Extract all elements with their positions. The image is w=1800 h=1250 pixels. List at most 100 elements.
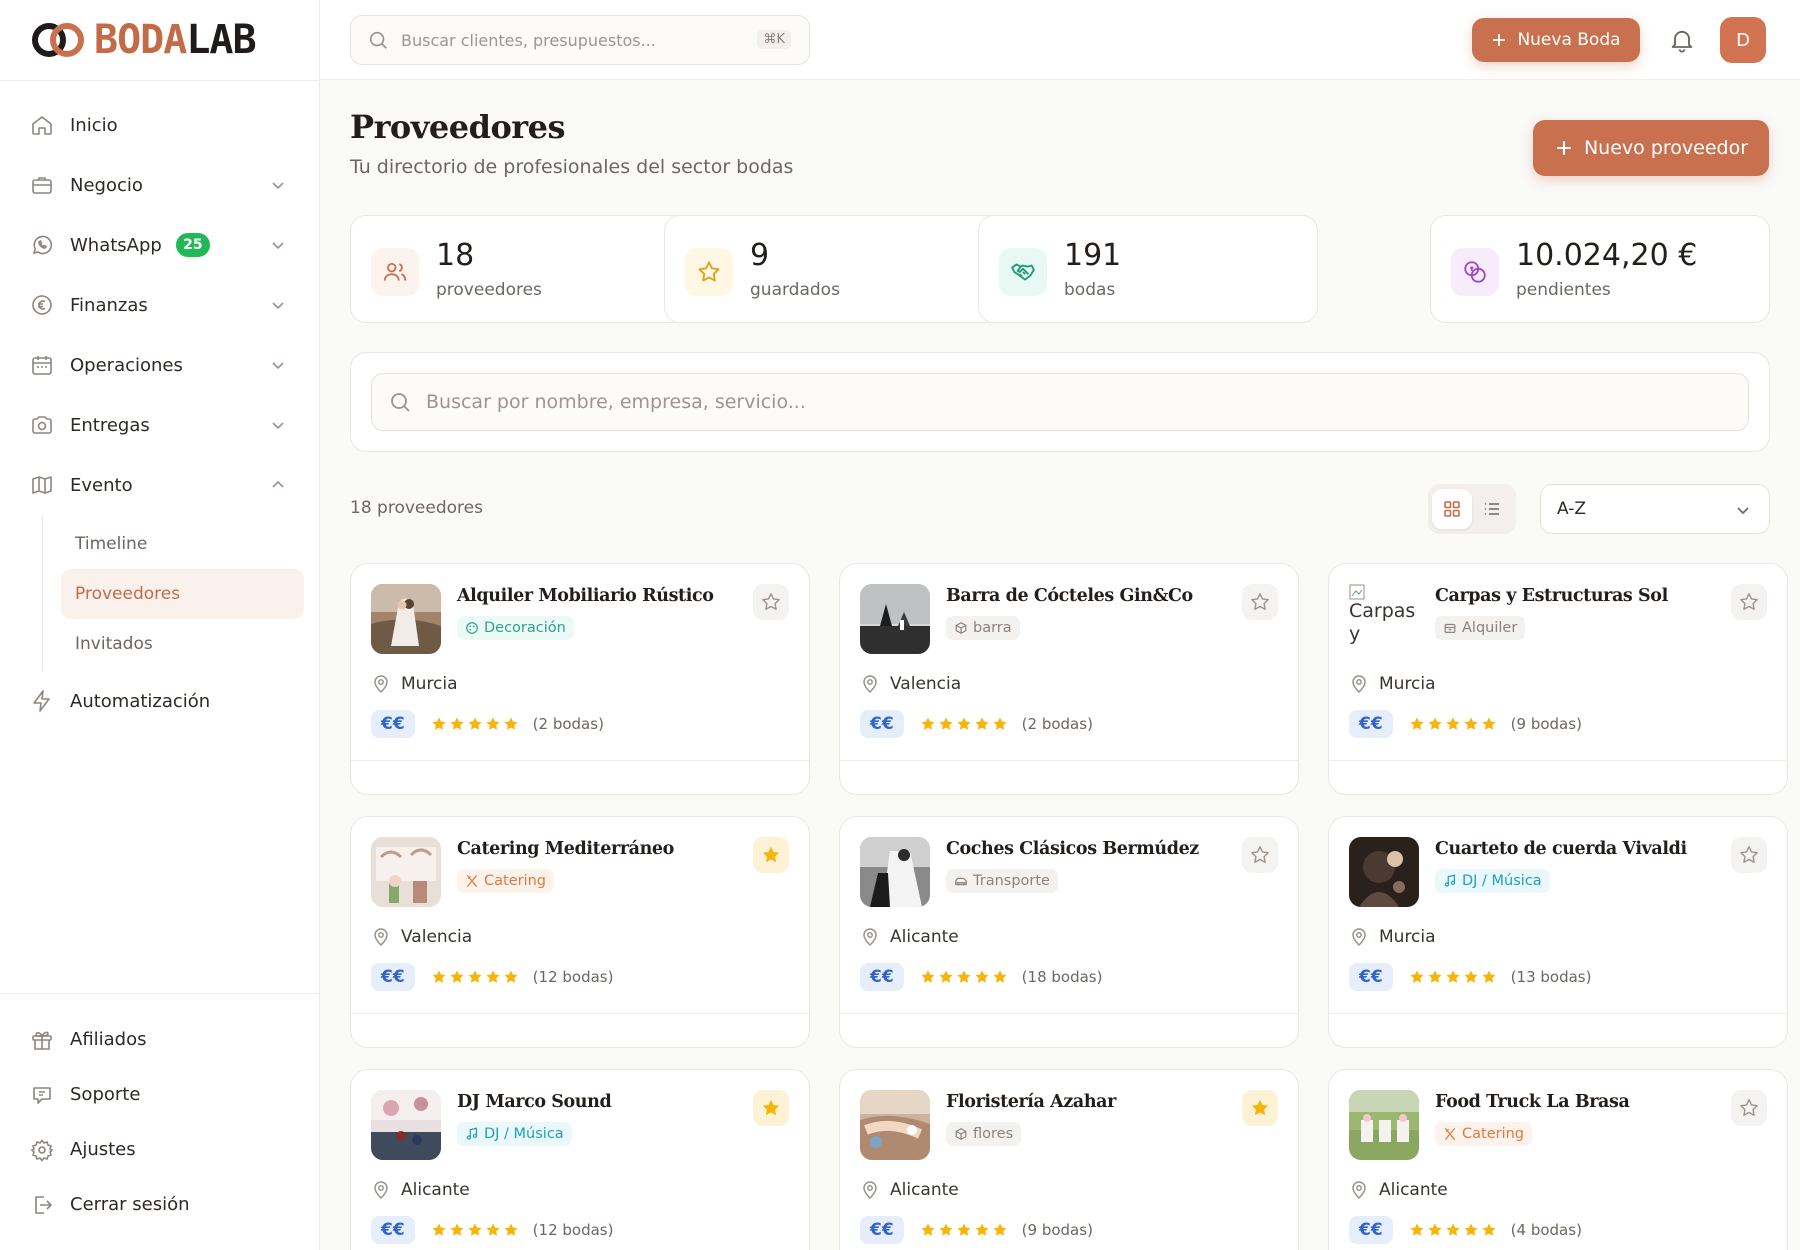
provider-name: Food Truck La Brasa bbox=[1435, 1092, 1630, 1112]
global-search[interactable]: ⌘K bbox=[350, 15, 810, 65]
rating-stars bbox=[431, 716, 519, 732]
category-badge: Decoración bbox=[457, 616, 574, 640]
category-badge: Transporte bbox=[946, 869, 1058, 893]
category-label: Transporte bbox=[973, 873, 1050, 889]
sidebar-item-automatizacion[interactable]: Automatización bbox=[0, 671, 320, 731]
divider bbox=[351, 760, 809, 761]
provider-search-input[interactable] bbox=[426, 391, 1626, 413]
location-label: Murcia bbox=[401, 674, 458, 694]
list-view-button[interactable] bbox=[1472, 489, 1512, 529]
provider-card[interactable]: Carpas y Carpas y Estructuras Sol Alquil… bbox=[1328, 563, 1788, 795]
sidebar-item-evento[interactable]: Evento bbox=[0, 455, 320, 515]
favorite-toggle[interactable] bbox=[753, 1090, 789, 1126]
sort-select[interactable]: A-Z bbox=[1540, 484, 1770, 534]
map-pin-icon bbox=[374, 675, 388, 694]
rating-stars bbox=[431, 969, 519, 985]
rings-logo-icon bbox=[32, 23, 84, 57]
stat-card-providers: 18 proveedores bbox=[350, 215, 690, 323]
map-pin-icon bbox=[1352, 1181, 1366, 1200]
rating-star-icon bbox=[432, 1223, 446, 1236]
rating-star-icon bbox=[1446, 1223, 1460, 1236]
car-icon bbox=[955, 877, 967, 886]
wedding-count: (9 bodas) bbox=[1510, 715, 1582, 733]
provider-photo-fallback: Carpas y bbox=[1349, 584, 1419, 654]
provider-photo-alt: Carpas y bbox=[1349, 600, 1416, 645]
category-label: barra bbox=[973, 620, 1012, 636]
sidebar-item-ajustes[interactable]: Ajustes bbox=[0, 1122, 320, 1177]
sidebar-item-label: Operaciones bbox=[70, 354, 183, 376]
provider-name: Carpas y Estructuras Sol bbox=[1435, 586, 1668, 606]
search-icon bbox=[391, 393, 410, 412]
category-badge: barra bbox=[946, 616, 1020, 640]
gift-icon bbox=[32, 1031, 52, 1050]
view-toggle bbox=[1428, 484, 1516, 534]
provider-card[interactable]: Coches Clásicos Bermúdez Transporte Alic… bbox=[839, 816, 1299, 1048]
favorite-toggle[interactable] bbox=[1242, 1090, 1278, 1126]
favorite-toggle[interactable] bbox=[753, 837, 789, 873]
provider-card[interactable]: Alquiler Mobiliario Rústico Decoración M… bbox=[350, 563, 810, 795]
category-badge: Catering bbox=[457, 869, 555, 893]
provider-card[interactable]: Food Truck La Brasa Catering Alicante €€… bbox=[1328, 1069, 1788, 1250]
category-badge: DJ / Música bbox=[1435, 869, 1550, 893]
favorite-toggle[interactable] bbox=[1242, 584, 1278, 620]
provider-card[interactable]: Barra de Cócteles Gin&Co barra Valencia … bbox=[839, 563, 1299, 795]
sidebar-item-afiliados[interactable]: Afiliados bbox=[0, 1012, 320, 1067]
notification-bell-icon[interactable] bbox=[1668, 26, 1696, 54]
whatsapp-icon bbox=[32, 235, 53, 255]
main-nav: Inicio Negocio WhatsApp 25 Finanzas Oper… bbox=[0, 95, 320, 731]
favorite-toggle[interactable] bbox=[1731, 584, 1767, 620]
handshake-icon bbox=[1011, 263, 1035, 281]
provider-meta: €€ (9 bodas) bbox=[860, 1216, 1093, 1244]
grid-view-button[interactable] bbox=[1432, 489, 1472, 529]
chevron-down-icon bbox=[272, 242, 284, 250]
sidebar-subitem-proveedores[interactable]: Proveedores bbox=[61, 569, 304, 619]
new-wedding-button[interactable]: Nueva Boda bbox=[1472, 18, 1640, 62]
rating-star-icon bbox=[486, 970, 500, 983]
provider-location: Valencia bbox=[371, 927, 472, 947]
party-photo bbox=[371, 1090, 441, 1160]
provider-card[interactable]: Cuarteto de cuerda Vivaldi DJ / Música M… bbox=[1328, 816, 1788, 1048]
rating-star-icon bbox=[1428, 1223, 1442, 1236]
sidebar-item-negocio[interactable]: Negocio bbox=[0, 155, 320, 215]
category-label: DJ / Música bbox=[1462, 873, 1542, 889]
music-icon bbox=[1444, 874, 1456, 887]
sidebar-item-whatsapp[interactable]: WhatsApp 25 bbox=[0, 215, 320, 275]
sidebar-item-operaciones[interactable]: Operaciones bbox=[0, 335, 320, 395]
sidebar-subitem-invitados[interactable]: Invitados bbox=[61, 619, 304, 669]
camera-icon bbox=[32, 416, 52, 434]
provider-photo bbox=[371, 1090, 441, 1160]
sidebar-item-cerrar-sesion[interactable]: Cerrar sesión bbox=[0, 1177, 320, 1232]
price-badge: €€ bbox=[860, 963, 904, 991]
sidebar-item-entregas[interactable]: Entregas bbox=[0, 395, 320, 455]
provider-card[interactable]: Catering Mediterráneo Catering Valencia … bbox=[350, 816, 810, 1048]
rating-star-icon bbox=[921, 970, 935, 983]
stat-card-weddings: 191 bodas bbox=[978, 215, 1318, 323]
divider bbox=[0, 993, 320, 994]
sidebar-item-finanzas[interactable]: Finanzas bbox=[0, 275, 320, 335]
broken-image-icon bbox=[1349, 584, 1365, 600]
new-provider-label: Nuevo proveedor bbox=[1583, 137, 1749, 159]
provider-card[interactable]: DJ Marco Sound DJ / Música Alicante €€ (… bbox=[350, 1069, 810, 1250]
favorite-toggle[interactable] bbox=[1731, 837, 1767, 873]
provider-card[interactable]: Floristería Azahar flores Alicante €€ (9… bbox=[839, 1069, 1299, 1250]
bottom-nav: Afiliados Soporte Ajustes Cerrar sesión bbox=[0, 1012, 320, 1232]
favorite-toggle[interactable] bbox=[753, 584, 789, 620]
new-provider-button[interactable]: Nuevo proveedor bbox=[1533, 120, 1769, 176]
provider-name: Floristería Azahar bbox=[946, 1092, 1116, 1112]
sidebar-item-soporte[interactable]: Soporte bbox=[0, 1067, 320, 1122]
map-pin-icon bbox=[863, 928, 877, 947]
favorite-toggle[interactable] bbox=[1242, 837, 1278, 873]
logo[interactable]: BODALAB bbox=[30, 20, 257, 60]
grid-icon bbox=[1444, 501, 1460, 517]
location-label: Alicante bbox=[1379, 1180, 1448, 1200]
avatar[interactable]: D bbox=[1720, 17, 1766, 63]
provider-search[interactable] bbox=[371, 373, 1749, 431]
rating-star-icon bbox=[486, 1223, 500, 1236]
global-search-input[interactable] bbox=[401, 30, 741, 50]
rating-star-icon bbox=[975, 717, 989, 730]
favorite-toggle[interactable] bbox=[1731, 1090, 1767, 1126]
sidebar-subitem-timeline[interactable]: Timeline bbox=[61, 519, 304, 569]
stat-card-saved: 9 guardados bbox=[664, 215, 1004, 323]
provider-photo bbox=[371, 837, 441, 907]
sidebar-item-inicio[interactable]: Inicio bbox=[0, 95, 320, 155]
